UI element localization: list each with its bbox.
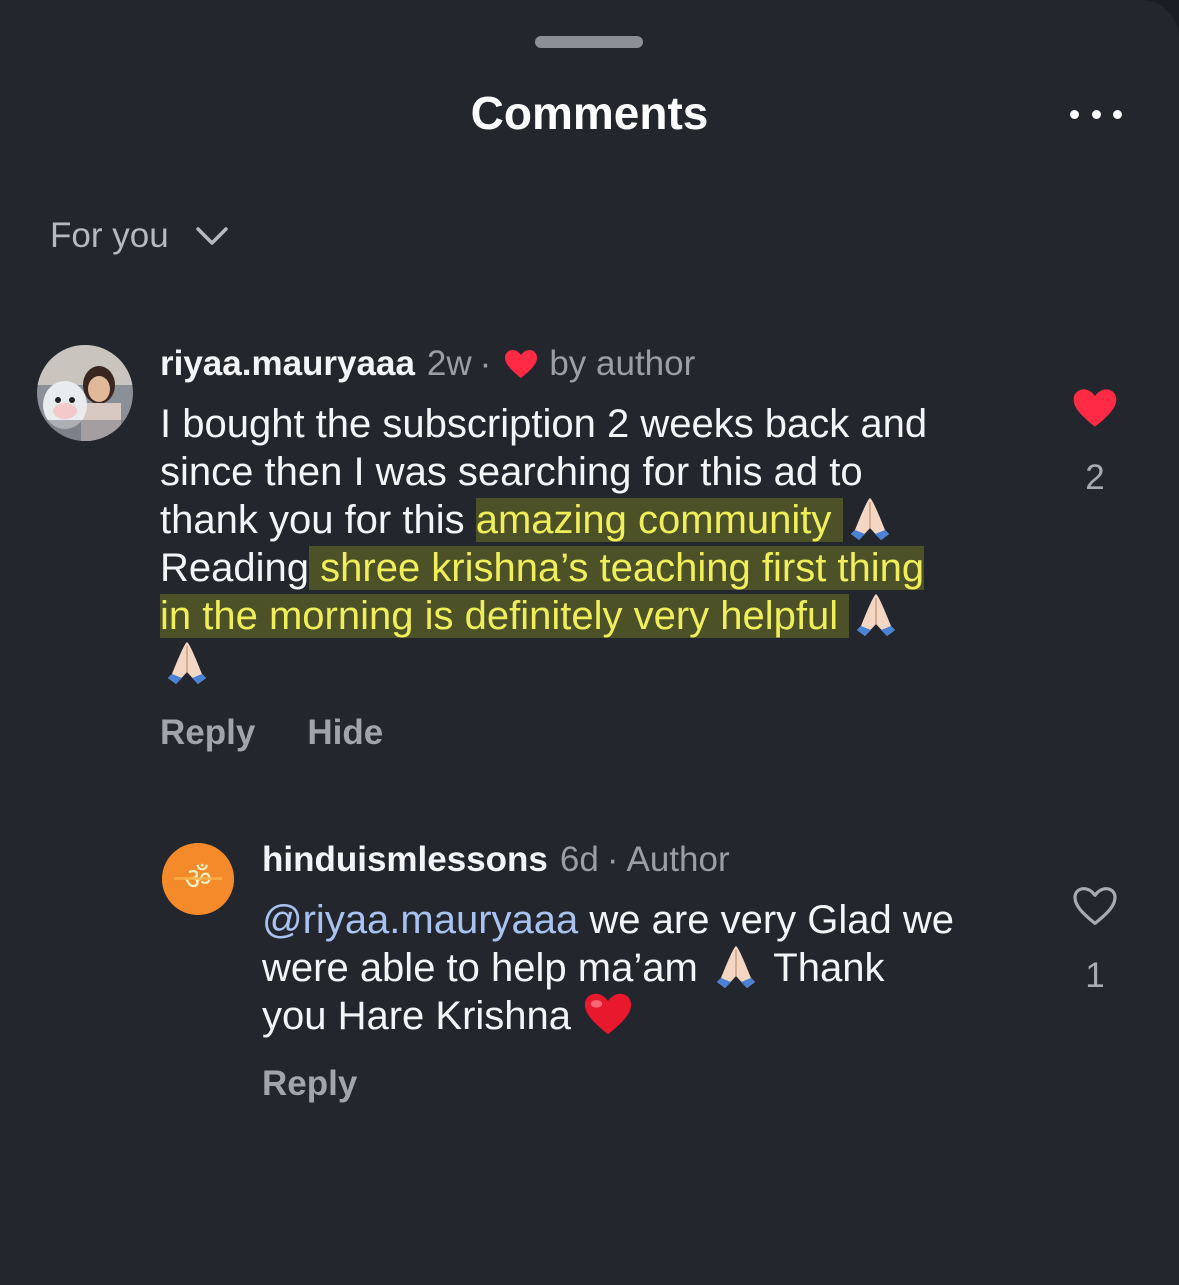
reply-button[interactable]: Reply	[262, 1064, 357, 1104]
folded-hands-emoji-icon	[857, 594, 896, 637]
comment-meta: hinduismlessons 6d · Author	[262, 840, 730, 880]
page-title: Comments	[470, 87, 709, 139]
comment-filter-dropdown[interactable]: For you	[50, 216, 229, 256]
comment-text: @riyaa.mauryaaa we are very Glad we were…	[262, 896, 1062, 1040]
comment-time: 6d	[559, 840, 599, 879]
heart-outline-icon	[1073, 887, 1117, 925]
red-heart-emoji-icon	[585, 994, 632, 1035]
like-button[interactable]	[1065, 878, 1125, 934]
highlighted-text: amazing community	[475, 498, 843, 542]
highlighted-text: shree krishna’s teaching first thing	[309, 546, 925, 590]
comment-actions: Reply Hide	[160, 713, 383, 753]
heart-icon	[505, 350, 538, 378]
text-segment: Reading	[160, 546, 310, 590]
folded-hands-emoji-icon	[716, 946, 755, 989]
drag-handle[interactable]	[535, 36, 643, 48]
heart-filled-icon	[1073, 389, 1117, 427]
comments-sheet: Comments For you riyaa.mauryaaa 2w · by …	[0, 0, 1179, 1285]
comment-line	[160, 640, 1060, 688]
reply-button[interactable]: Reply	[160, 713, 255, 753]
comment-line: @riyaa.mauryaaa we are very Glad we	[262, 896, 1062, 944]
comment-username[interactable]: hinduismlessons	[262, 840, 548, 880]
comment-line: Reading shree krishna’s teaching first t…	[160, 544, 1060, 592]
comment-line: you Hare Krishna	[262, 992, 1062, 1040]
text-segment: Thank	[762, 946, 885, 990]
comment-username[interactable]: riyaa.mauryaaa	[160, 344, 415, 384]
comment-actions: Reply	[262, 1064, 357, 1104]
mention-link[interactable]: @riyaa.mauryaaa	[262, 898, 578, 942]
text-segment: were able to help ma’am	[262, 946, 709, 990]
avatar[interactable]	[37, 345, 133, 441]
comment-meta: riyaa.mauryaaa 2w · by author	[160, 344, 695, 384]
folded-hands-emoji-icon	[850, 498, 889, 541]
comment-text: I bought the subscription 2 weeks back a…	[160, 400, 1060, 688]
like-count: 2	[1085, 458, 1105, 497]
comment-line: thank you for this amazing community	[160, 496, 1060, 544]
text-segment: thank you for this	[160, 498, 476, 542]
comment-line: were able to help ma’am Thank	[262, 944, 1062, 992]
comment-line: since then I was searching for this ad t…	[160, 450, 863, 494]
meta-separator: ·	[479, 344, 492, 383]
comment-line: I bought the subscription 2 weeks back a…	[160, 402, 928, 446]
filter-label: For you	[50, 216, 169, 255]
comment-time: 2w	[426, 344, 472, 383]
om-logo-icon: ॐ	[162, 843, 234, 915]
like-count: 1	[1085, 956, 1105, 995]
comment-line: in the morning is definitely very helpfu…	[160, 592, 1060, 640]
text-segment: you Hare Krishna	[262, 994, 583, 1038]
text-segment: we are very Glad we	[578, 898, 954, 942]
more-options-icon[interactable]	[1066, 96, 1126, 132]
chevron-down-icon	[195, 227, 228, 245]
hide-button[interactable]: Hide	[307, 713, 383, 753]
folded-hands-emoji-icon	[168, 642, 206, 685]
highlighted-text: in the morning is definitely very helpfu…	[160, 594, 850, 638]
avatar[interactable]: ॐ	[162, 843, 234, 915]
author-badge: Author	[626, 840, 730, 879]
like-button[interactable]	[1065, 380, 1125, 436]
meta-separator: ·	[606, 840, 619, 879]
liked-by-author-label: by author	[549, 344, 696, 383]
